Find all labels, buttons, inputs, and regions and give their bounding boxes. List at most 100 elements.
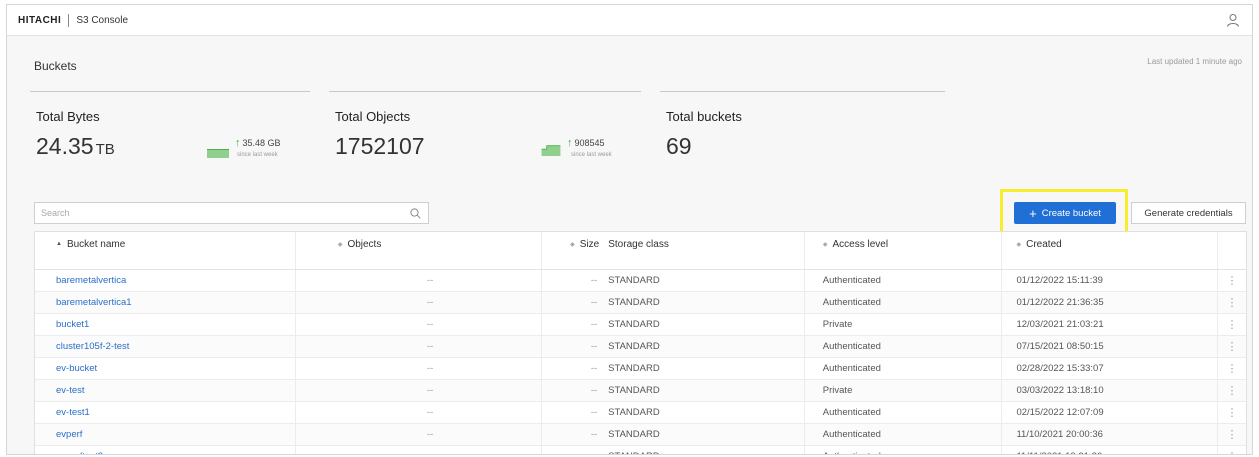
top-bar: HITACHI S3 Console xyxy=(7,5,1252,36)
person-icon[interactable] xyxy=(1226,13,1240,27)
table-row[interactable]: ev-test1 -- -- STANDARD Authenticated 02/15/2… xyxy=(35,402,1246,424)
table-body: baremetalvertica -- -- STANDARD Authenticate… xyxy=(35,270,1246,454)
size-cell: -- xyxy=(590,385,598,396)
kebab-menu-icon[interactable]: ⋮ xyxy=(1218,402,1246,423)
sort-icon: ◆ xyxy=(570,242,575,248)
objects-cell: -- xyxy=(296,358,543,379)
access-level-cell: Authenticated xyxy=(805,424,1003,445)
storage-class-cell: STANDARD xyxy=(605,314,805,335)
kebab-menu-icon[interactable]: ⋮ xyxy=(1218,314,1246,335)
column-header-actions xyxy=(1218,232,1246,269)
objects-cell: -- xyxy=(296,314,543,335)
brand-logo: HITACHI xyxy=(18,14,62,26)
arrow-up-icon: ↑ xyxy=(235,137,241,149)
sort-icon: ◆ xyxy=(1016,242,1022,248)
size-cell: -- xyxy=(590,363,598,374)
size-cell: -- xyxy=(542,446,605,454)
objects-cell: -- xyxy=(296,446,543,454)
table-row[interactable]: evperftest2----STANDARDAuthenticated11/1… xyxy=(35,446,1246,454)
kebab-menu-icon[interactable]: ⋮ xyxy=(1218,270,1246,291)
column-header-created[interactable]: ◆ Created xyxy=(1002,232,1219,269)
bucket-name-link[interactable]: evperf xyxy=(35,424,296,445)
created-cell: 01/12/2022 15:11:39 xyxy=(1002,270,1219,291)
table-row[interactable]: cluster105f-2-test -- -- STANDARD Authentica… xyxy=(35,336,1246,358)
delta-value: ↑ 35.48 GB xyxy=(235,137,281,149)
delta-value: ↑ 908545 xyxy=(567,137,605,149)
bucket-name-link[interactable]: baremetalvertica xyxy=(35,270,296,291)
kebab-menu-icon[interactable]: ⋮ xyxy=(1218,358,1246,379)
table-row[interactable]: ev-bucket -- -- STANDARD Authenticated 02/28/… xyxy=(35,358,1246,380)
search-input[interactable] xyxy=(35,203,410,223)
access-level-cell: Authenticated xyxy=(805,446,1003,454)
size-cell: -- xyxy=(590,407,598,418)
app-window: HITACHI S3 Console Buckets Last updated … xyxy=(6,4,1253,455)
kebab-menu-icon[interactable]: ⋮ xyxy=(1218,380,1246,401)
access-level-cell: Authenticated xyxy=(805,336,1003,357)
stat-label: Total Bytes xyxy=(36,109,100,124)
created-cell: 02/28/2022 15:33:07 xyxy=(1002,358,1219,379)
size-cell: -- xyxy=(590,341,598,352)
size-cell: -- xyxy=(590,297,598,308)
table-row[interactable]: baremetalvertica -- -- STANDARD Authenticate… xyxy=(35,270,1246,292)
generate-credentials-button[interactable]: Generate credentials xyxy=(1131,202,1246,224)
bucket-name-link[interactable]: baremetalvertica1 xyxy=(35,292,296,313)
bucket-name-link[interactable]: ev-test xyxy=(35,380,296,401)
sort-icon: ◆ xyxy=(822,242,828,248)
stat-total-bytes: Total Bytes 24.35 TB ↑ 35.48 GB since last… xyxy=(30,91,310,181)
search-box xyxy=(34,202,429,224)
access-level-cell: Authenticated xyxy=(805,292,1003,313)
bucket-name-link[interactable]: bucket1 xyxy=(35,314,296,335)
objects-cell: -- xyxy=(296,402,543,423)
kebab-menu-icon[interactable]: ⋮ xyxy=(1218,424,1246,445)
bucket-name-link[interactable]: cluster105f-2-test xyxy=(35,336,296,357)
storage-class-cell: STANDARD xyxy=(605,336,805,357)
table-row[interactable]: bucket1 -- -- STANDARD Private 12/03/2021 21:… xyxy=(35,314,1246,336)
table-header: ▲ Bucket name ◆ Objects ◆ Size Storage clas… xyxy=(35,232,1246,270)
access-level-cell: Authenticated xyxy=(805,270,1003,291)
create-bucket-label: Create bucket xyxy=(1041,207,1101,219)
plus-icon: + xyxy=(1029,205,1037,221)
table-row[interactable]: evperf -- -- STANDARD Authenticated 11/10/202… xyxy=(35,424,1246,446)
table-row[interactable]: baremetalvertica1 -- -- STANDARD Authenticat… xyxy=(35,292,1246,314)
create-bucket-button[interactable]: + Create bucket xyxy=(1014,202,1116,224)
stat-total-buckets: Total buckets 69 xyxy=(660,91,945,181)
size-cell: -- xyxy=(590,319,598,330)
storage-class-cell: STANDARD xyxy=(605,292,805,313)
stat-value: 69 xyxy=(666,133,692,159)
access-level-cell: Authenticated xyxy=(805,402,1003,423)
search-icon[interactable] xyxy=(410,207,421,219)
kebab-menu-icon[interactable]: ⋮ xyxy=(1218,292,1246,313)
last-updated-text: Last updated 1 minute ago xyxy=(1147,57,1242,66)
objects-cell: -- xyxy=(296,424,543,445)
brand-separator xyxy=(68,13,70,27)
created-cell: 07/15/2021 08:50:15 xyxy=(1002,336,1219,357)
bucket-name-link[interactable]: ev-bucket xyxy=(35,358,296,379)
app-name: S3 Console xyxy=(76,14,129,26)
size-cell: -- xyxy=(590,429,598,440)
buckets-table: ▲ Bucket name ◆ Objects ◆ Size Storage clas… xyxy=(34,231,1247,454)
kebab-menu-icon[interactable]: ⋮ xyxy=(1218,446,1246,454)
created-cell: 11/10/2021 20:00:36 xyxy=(1002,424,1219,445)
bucket-name-link[interactable]: evperftest2 xyxy=(35,446,296,454)
storage-class-cell: STANDARD xyxy=(605,446,805,454)
storage-class-cell: STANDARD xyxy=(605,358,805,379)
column-header-access-level[interactable]: ◆ Access level xyxy=(805,232,1003,269)
size-cell: -- xyxy=(590,275,598,286)
sort-up-icon: ▲ xyxy=(56,241,62,247)
column-header-bucket-name[interactable]: ▲ Bucket name xyxy=(35,232,296,269)
created-cell: 12/03/2021 21:03:21 xyxy=(1002,314,1219,335)
table-row[interactable]: ev-test -- -- STANDARD Private 03/03/2022 13:… xyxy=(35,380,1246,402)
stat-total-objects: Total Objects 1752107 ↑ 908545 since last… xyxy=(329,91,641,181)
kebab-menu-icon[interactable]: ⋮ xyxy=(1218,336,1246,357)
column-header-size[interactable]: ◆ Size xyxy=(542,232,605,269)
column-header-objects[interactable]: ◆ Objects xyxy=(296,232,543,269)
sparkline-chart xyxy=(207,149,229,158)
storage-class-cell: STANDARD xyxy=(605,380,805,401)
column-header-storage-class[interactable]: Storage class xyxy=(605,232,805,269)
delta-note: since last week xyxy=(237,152,278,158)
stat-label: Total buckets xyxy=(666,109,742,124)
objects-cell: -- xyxy=(296,380,543,401)
bucket-name-link[interactable]: ev-test1 xyxy=(35,402,296,423)
created-cell: 03/03/2022 13:18:10 xyxy=(1002,380,1219,401)
storage-class-cell: STANDARD xyxy=(605,402,805,423)
